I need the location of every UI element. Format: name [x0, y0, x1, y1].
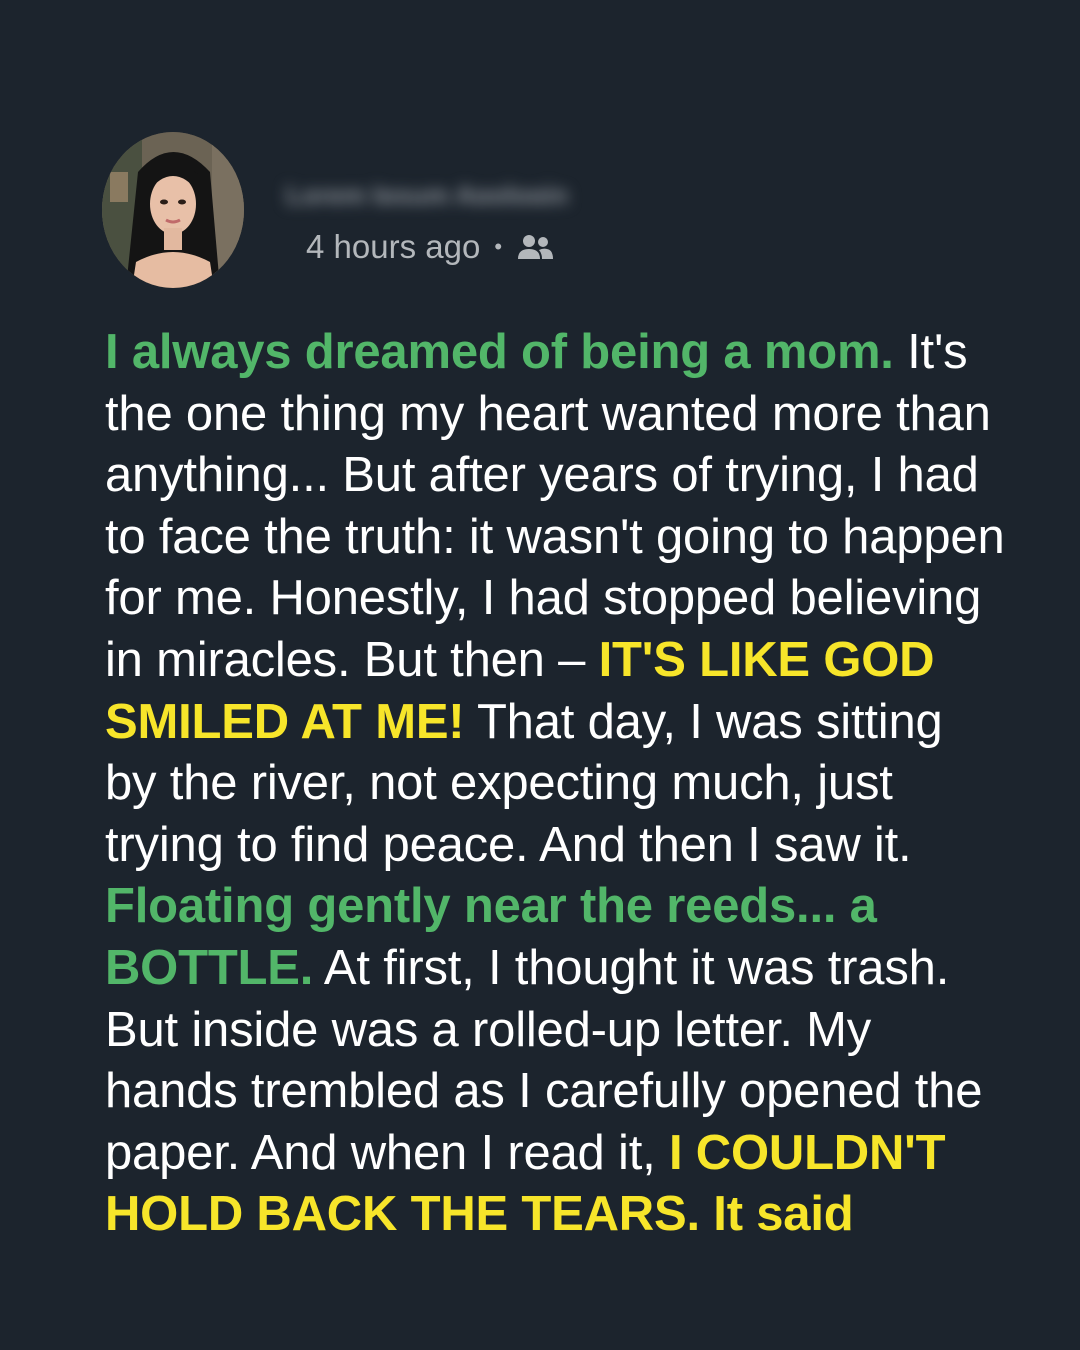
author-avatar[interactable]	[102, 132, 244, 288]
author-name[interactable]: Lorem Ipsum Apologin	[286, 180, 636, 204]
post-meta: 4 hours ago •	[306, 226, 554, 268]
avatar-photo	[102, 132, 244, 288]
post-body: I always dreamed of being a mom. It's th…	[105, 322, 1005, 1246]
post-timestamp[interactable]: 4 hours ago	[306, 228, 480, 266]
story-highlight-green: I always dreamed of being a mom.	[105, 325, 894, 379]
friends-icon[interactable]	[516, 232, 554, 262]
meta-separator: •	[494, 234, 503, 259]
story-highlight-yellow: It said	[699, 1187, 854, 1242]
